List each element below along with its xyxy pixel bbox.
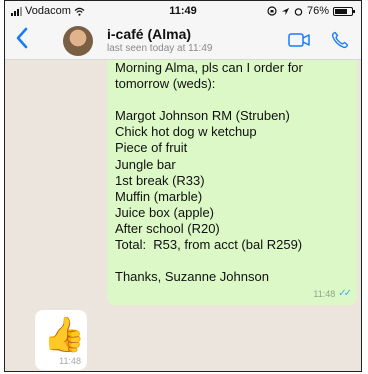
status-icons: 76% [267,5,355,17]
message-line: Total: R53, from acct (bal R259) [115,237,303,253]
message-line: Margot Johnson RM (Struben) [115,108,290,124]
message-line: Thanks, Suzanne Johnson [115,269,269,285]
message-time: 11:48 [59,356,81,366]
outgoing-message[interactable]: Morning Alma, pls can I order for tomorr… [107,60,357,305]
lock-rotation-icon [267,6,277,16]
phone-icon [331,31,349,49]
message-line: Juice box (apple) [115,204,214,220]
battery-icon [333,6,355,16]
incoming-message[interactable]: 👍 11:48 [35,310,87,370]
status-bar: Vodacom 11:49 76% [5,1,361,21]
chat-header: i-café (Alma) last seen today at 11:49 [5,21,361,60]
message-line [115,253,347,269]
message-line: tomorrow (weds): [115,76,216,92]
message-meta: 11:48 ✓✓ [313,288,352,299]
thumbs-up-emoji: 👍 [43,316,86,354]
chat-area[interactable]: Morning Alma, pls can I order for tomorr… [5,60,361,371]
last-seen-status: last seen today at 11:49 [107,43,213,54]
double-check-icon: ✓✓ [338,288,352,299]
message-line: Chick hot dog w ketchup [115,124,257,140]
contact-name[interactable]: i-café (Alma) [107,26,191,42]
video-call-icon [288,33,310,47]
message-line: Piece of fruit [115,140,188,156]
battery-percent: 76% [306,5,329,17]
message-time: 11:48 [313,288,336,299]
message-line: 1st break (R33) [115,172,205,188]
battery-fill [335,8,348,14]
message-line: Jungle bar [115,156,176,172]
message-line: After school (R20) [115,220,220,236]
chevron-left-icon [16,27,28,49]
voice-call-button[interactable] [331,31,349,54]
video-call-button[interactable] [288,33,310,52]
avatar[interactable] [63,26,93,56]
message-line [115,92,347,108]
message-line: Muffin (marble) [115,188,203,204]
location-icon [281,7,290,15]
message-line: Morning Alma, pls can I order for [115,60,303,75]
phone-screen: Vodacom 11:49 76% i-café (Alma) last see… [4,0,362,372]
back-button[interactable] [15,27,29,54]
alarm-icon [294,7,303,16]
